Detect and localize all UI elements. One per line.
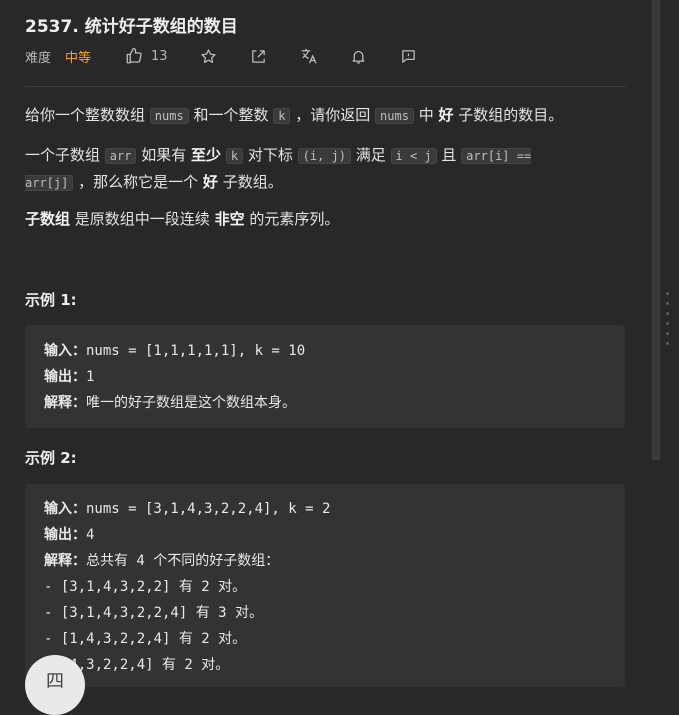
bell-icon[interactable] xyxy=(348,45,370,67)
input-label: 输入： xyxy=(44,343,86,359)
text: 和一个整数 xyxy=(188,106,274,124)
inline-code: nums xyxy=(375,108,414,124)
example-1-title: 示例 1: xyxy=(25,291,77,309)
inline-code: (i, j) xyxy=(297,148,351,164)
problem-meta-bar: 难度 中等 13 xyxy=(25,44,420,68)
explain-value: 总共有 4 个不同的好子数组： xyxy=(86,553,280,569)
inline-code: k xyxy=(225,148,244,164)
thumbs-up-icon xyxy=(125,47,143,65)
bold-text: 好 xyxy=(202,173,218,191)
text: ，请你返回 xyxy=(290,106,376,124)
header-divider xyxy=(25,86,626,87)
text: 如果有 xyxy=(136,146,192,164)
description-paragraph-1: 给你一个整数数组 nums 和一个整数 k ，请你返回 nums 中 好 子数组… xyxy=(25,102,625,129)
like-button[interactable]: 13 xyxy=(125,47,168,65)
text: 是原数组中一段连续 xyxy=(70,210,215,228)
text: 子数组。 xyxy=(217,173,283,191)
drag-dot xyxy=(666,322,669,325)
text: 中 xyxy=(413,106,439,124)
example-input-line: 输入：nums = [3,1,4,3,2,2,4], k = 2 xyxy=(25,496,625,522)
drag-dot xyxy=(666,292,669,295)
star-icon[interactable] xyxy=(198,45,220,67)
bold-text: 至少 xyxy=(191,146,222,164)
fab-label: 四 xyxy=(46,671,64,692)
difficulty-label: 难度 xyxy=(25,50,52,66)
floating-action-button[interactable]: 四 xyxy=(25,655,85,715)
drag-dot xyxy=(666,342,669,345)
translate-icon[interactable] xyxy=(298,45,320,67)
example-2-box: 输入：nums = [3,1,4,3,2,2,4], k = 2 输出：4 解释… xyxy=(25,484,625,687)
drag-dot xyxy=(666,302,669,305)
explain-label: 解释： xyxy=(44,553,86,569)
example-explain-line: 解释：唯一的好子数组是这个数组本身。 xyxy=(25,390,625,416)
text: ，那么称它是一个 xyxy=(73,173,203,191)
example-list-item: - [1,4,3,2,2,4] 有 2 对。 xyxy=(44,631,247,647)
output-label: 输出： xyxy=(44,369,86,385)
problem-title: 2537. 统计好子数组的数目 xyxy=(25,17,238,37)
text: 且 xyxy=(436,146,462,164)
text: 子数组的数目。 xyxy=(453,106,564,124)
bold-text: 子数组 xyxy=(25,210,71,228)
inline-code: i < j xyxy=(390,148,437,164)
input-value: nums = [3,1,4,3,2,2,4], k = 2 xyxy=(86,501,331,517)
text: 对下标 xyxy=(243,146,298,164)
input-value: nums = [1,1,1,1,1], k = 10 xyxy=(86,343,306,359)
description-paragraph-3: 子数组 是原数组中一段连续 非空 的元素序列。 xyxy=(25,206,625,232)
like-count: 13 xyxy=(151,48,168,64)
example-explain-line: 解释：总共有 4 个不同的好子数组： xyxy=(25,548,625,574)
inline-code: arr xyxy=(104,148,137,164)
bold-text: 非空 xyxy=(214,210,245,228)
input-label: 输入： xyxy=(44,501,86,517)
share-icon[interactable] xyxy=(248,45,270,67)
text: 的元素序列。 xyxy=(244,210,340,228)
text: 一个子数组 xyxy=(25,146,105,164)
explain-label: 解释： xyxy=(44,395,86,411)
bold-text: 好 xyxy=(438,106,454,124)
scrollbar-thumb[interactable] xyxy=(652,0,660,460)
inline-code: k xyxy=(273,108,291,124)
example-list-item: - [3,1,4,3,2,2,4] 有 3 对。 xyxy=(44,605,264,621)
example-input-line: 输入：nums = [1,1,1,1,1], k = 10 xyxy=(25,338,625,364)
description-paragraph-2: 一个子数组 arr 如果有 至少 k 对下标 (i, j) 满足 i < j 且… xyxy=(25,142,585,196)
example-list-item: - [3,1,4,3,2,2] 有 2 对。 xyxy=(44,579,247,595)
output-value: 4 xyxy=(86,527,95,543)
explain-value: 唯一的好子数组是这个数组本身。 xyxy=(86,395,296,411)
example-output-line: 输出：4 xyxy=(25,522,625,548)
example-2-title: 示例 2: xyxy=(25,449,77,467)
drag-dot xyxy=(666,332,669,335)
output-value: 1 xyxy=(86,369,95,385)
feedback-icon[interactable] xyxy=(398,45,420,67)
example-output-line: 输出：1 xyxy=(25,364,625,390)
text: 满足 xyxy=(350,146,391,164)
drag-dot xyxy=(666,312,669,315)
example-list-item: - [4,3,2,2,4] 有 2 对。 xyxy=(44,657,230,673)
example-1-box: 输入：nums = [1,1,1,1,1], k = 10 输出：1 解释：唯一… xyxy=(25,325,625,428)
difficulty-badge: 中等 xyxy=(65,50,92,66)
panel-resize-handle[interactable] xyxy=(666,292,670,352)
inline-code: nums xyxy=(149,108,189,124)
output-label: 输出： xyxy=(44,527,86,543)
text: 给你一个整数数组 xyxy=(25,106,150,124)
